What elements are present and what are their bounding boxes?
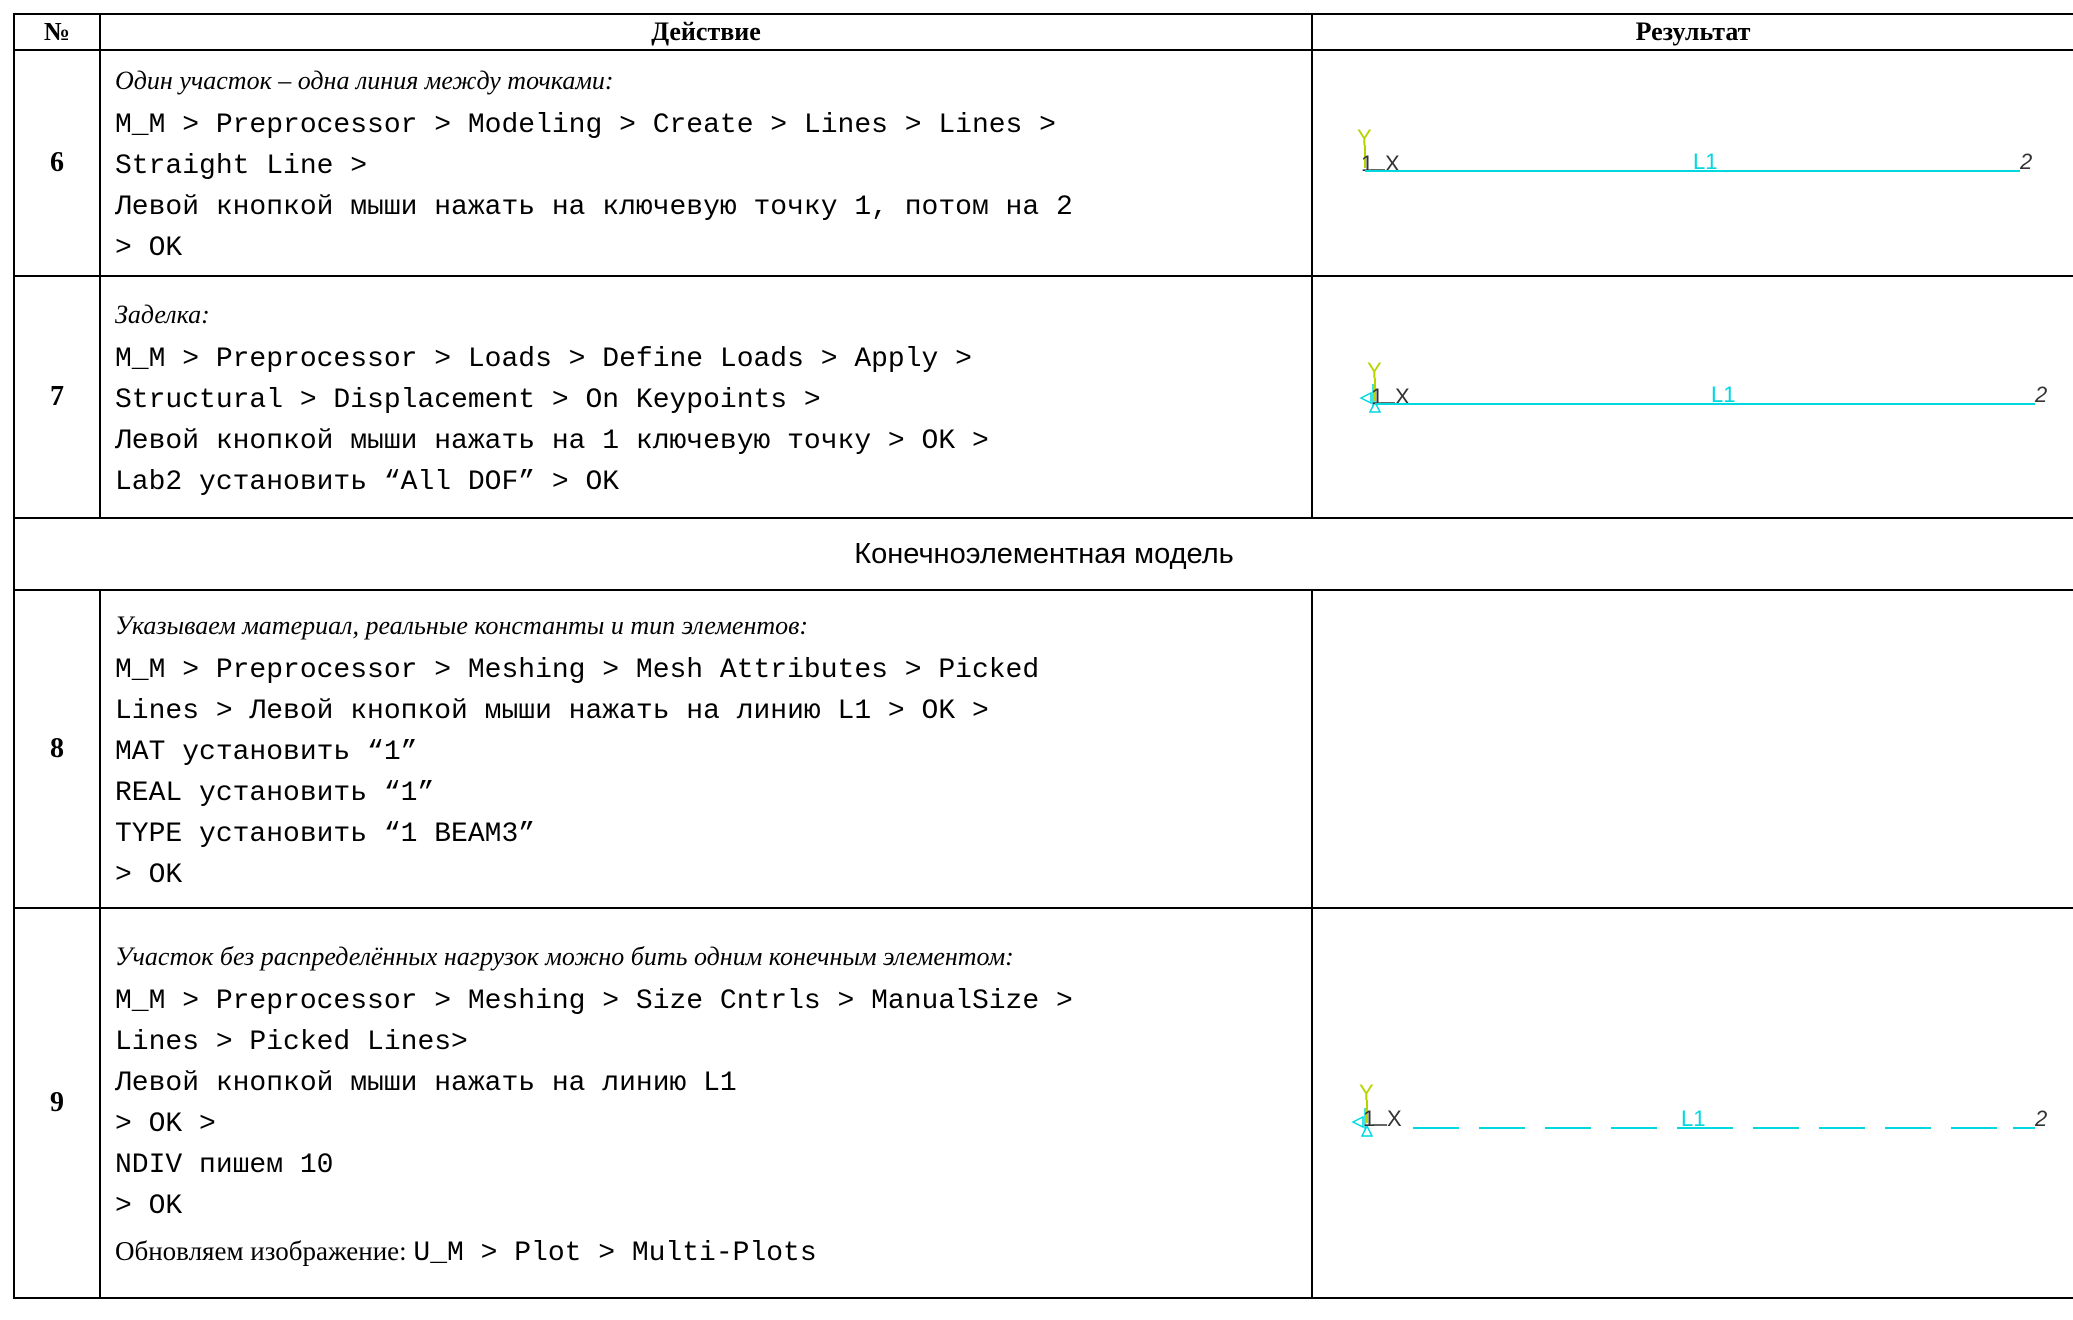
table-row: 9 Участок без распределённых нагрузок мо… [13, 907, 2073, 1299]
row-number: 8 [13, 589, 101, 909]
step-line: Левой кнопкой мыши нажать на линию L1 [115, 1067, 737, 1099]
result-cell: Y 1 X L1 2 [1311, 49, 2073, 277]
table-header-row: № Действие Результат [13, 13, 2073, 51]
step-footer: Обновляем изображение: U_M > Plot > Mult… [115, 1231, 1301, 1274]
step-line: Structural > Displacement > On Keypoints… [115, 385, 821, 416]
step-line: M_M > Preprocessor > Meshing > Mesh Attr… [115, 655, 1040, 686]
table-row: 6 Один участок – одна линия между точкам… [13, 49, 2073, 277]
table-row: 8 Указываем материал, реальные константы… [13, 589, 2073, 909]
x-axis-label: X [1385, 151, 1400, 176]
step-line: > OK > [115, 1108, 216, 1140]
step-title: Участок без распределённых нагрузок можн… [115, 941, 1014, 971]
result-cell: Y 1 X L1 2 [1311, 907, 2073, 1299]
action-cell: Заделка: M_M > Preprocessor > Loads > De… [99, 275, 1313, 519]
header-num: № [13, 13, 101, 51]
step-line: Левой кнопкой мыши нажать на 1 ключевую … [115, 426, 989, 457]
step-line: M_M > Preprocessor > Loads > Define Load… [115, 344, 972, 375]
step-line: Lines > Левой кнопкой мыши нажать на лин… [115, 696, 989, 727]
y-axis-label: Y [1357, 125, 1372, 150]
document-table: № Действие Результат 6 Один участок – од… [13, 13, 2073, 1299]
step-line: > OK [115, 1190, 183, 1222]
line-l1-label: L1 [1693, 149, 1717, 174]
footer-label: Обновляем изображение: [115, 1235, 414, 1266]
section-row: Конечноэлементная модель [13, 517, 2073, 591]
step-line: REAL установить “1” [115, 778, 435, 809]
keypoint-1-label: 1 [1361, 151, 1373, 176]
step-line: > OK [115, 860, 183, 891]
header-result: Результат [1311, 13, 2073, 51]
step-line: M_M > Preprocessor > Modeling > Create >… [115, 110, 1056, 141]
fixed-support-plot-image: Y 1 X L1 2 [1359, 358, 2047, 413]
step-title: Указываем материал, реальные константы и… [115, 611, 809, 640]
section-title: Конечноэлементная модель [13, 517, 2073, 591]
keypoint-2-label: 2 [2034, 382, 2047, 407]
action-cell: Участок без распределённых нагрузок можн… [99, 907, 1313, 1299]
keypoint-1-label: 1 [1371, 384, 1383, 409]
step-line: Левой кнопкой мыши нажать на ключевую то… [115, 192, 1073, 223]
step-title: Заделка: [115, 300, 210, 329]
y-axis-label: Y [1367, 358, 1382, 383]
footer-code: U_M > Plot > Multi-Plots [413, 1237, 817, 1269]
row-number: 7 [13, 275, 101, 519]
line-plot-image: Y 1 X L1 2 [1357, 125, 2032, 176]
result-cell-empty [1311, 589, 2073, 909]
table-row: 7 Заделка: M_M > Preprocessor > Loads > … [13, 275, 2073, 519]
meshed-line-plot-image: Y 1 X L1 2 [1351, 1080, 2047, 1137]
step-line: > OK [115, 233, 183, 264]
step-title: Один участок – одна линия между точками: [115, 66, 614, 95]
step-line: Lines > Picked Lines> [115, 1026, 468, 1058]
line-l1-label: L1 [1681, 1106, 1705, 1131]
step-line: Straight Line > [115, 151, 368, 182]
line-l1-label: L1 [1711, 382, 1735, 407]
step-line: Lab2 установить “All DOF” > OK [115, 467, 620, 498]
action-cell: Указываем материал, реальные константы и… [99, 589, 1313, 909]
x-axis-label: X [1387, 1106, 1402, 1131]
result-cell: Y 1 X L1 2 [1311, 275, 2073, 519]
step-line: M_M > Preprocessor > Meshing > Size Cntr… [115, 985, 1073, 1017]
row-number: 9 [13, 907, 101, 1299]
keypoint-2-label: 2 [2019, 149, 2032, 174]
step-line: MAT установить “1” [115, 737, 418, 768]
action-cell: Один участок – одна линия между точками:… [99, 49, 1313, 277]
row-number: 6 [13, 49, 101, 277]
header-action: Действие [99, 13, 1313, 51]
keypoint-1-label: 1 [1363, 1106, 1375, 1131]
step-line: NDIV пишем 10 [115, 1149, 334, 1181]
y-axis-label: Y [1359, 1080, 1374, 1105]
x-axis-label: X [1395, 384, 1410, 409]
step-line: TYPE установить “1 BEAM3” [115, 819, 536, 850]
keypoint-2-label: 2 [2034, 1106, 2047, 1131]
